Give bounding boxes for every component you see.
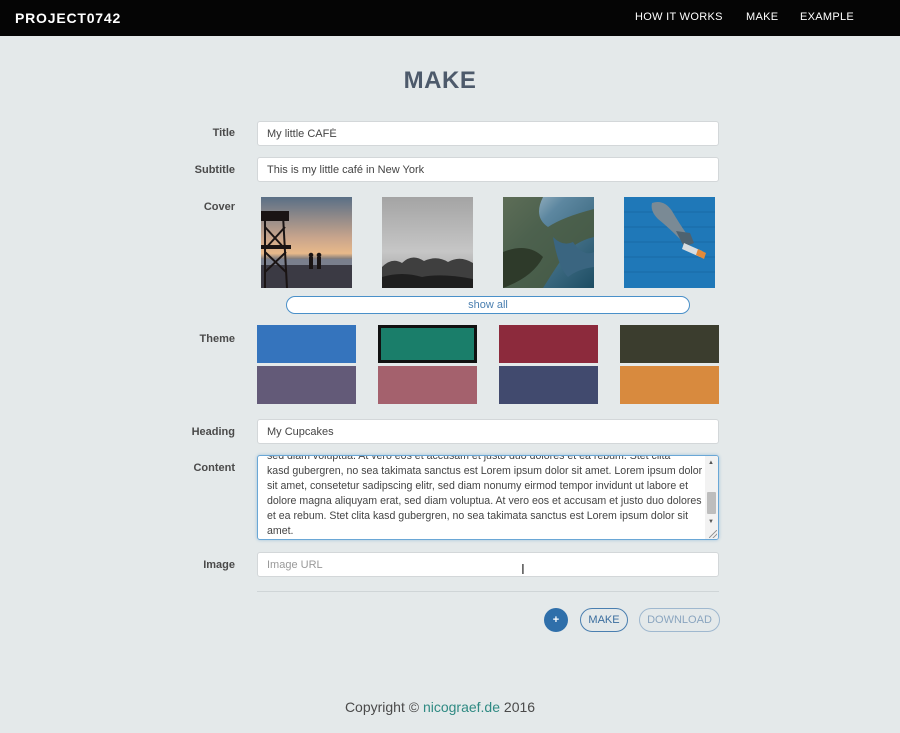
- image-url-input[interactable]: [257, 552, 719, 577]
- heading-input[interactable]: [257, 419, 719, 444]
- subtitle-input[interactable]: [257, 157, 719, 182]
- content-scrollbar[interactable]: ▲ ▼: [705, 456, 718, 539]
- scroll-up-arrow-icon[interactable]: ▲: [708, 459, 714, 467]
- theme-swatch-4[interactable]: [620, 325, 719, 363]
- nav-how-it-works[interactable]: HOW IT WORKS: [635, 11, 723, 23]
- footer-link[interactable]: nicograef.de: [423, 699, 500, 715]
- theme-swatch-3[interactable]: [499, 325, 598, 363]
- theme-swatch-5[interactable]: [257, 366, 356, 404]
- grayscale-landscape-photo: [382, 197, 473, 288]
- show-all-button[interactable]: show all: [286, 296, 690, 314]
- theme-label: Theme: [199, 333, 235, 345]
- make-button[interactable]: MAKE: [580, 608, 628, 632]
- coastal-aerial-photo: [503, 197, 594, 288]
- theme-swatch-2[interactable]: [378, 325, 477, 363]
- top-navbar: PROJECT0742 HOW IT WORKS MAKE EXAMPLE: [0, 0, 900, 36]
- text-cursor-icon: I: [521, 563, 525, 578]
- nav-links: HOW IT WORKS MAKE EXAMPLE: [0, 11, 900, 27]
- cover-image-3[interactable]: [503, 197, 594, 288]
- subtitle-label: Subtitle: [194, 164, 235, 176]
- theme-swatch-6[interactable]: [378, 366, 477, 404]
- title-label: Title: [212, 127, 235, 139]
- image-label: Image: [203, 559, 235, 571]
- resize-grip-icon[interactable]: [709, 530, 717, 538]
- cover-image-1[interactable]: [261, 197, 352, 288]
- nav-make[interactable]: MAKE: [746, 11, 778, 23]
- heading-label: Heading: [191, 426, 235, 438]
- lifeguard-tower-sunset-photo: [261, 197, 352, 288]
- download-button[interactable]: DOWNLOAD: [639, 608, 720, 632]
- content-value: kasd gubergren, no sea takimata sanctus …: [267, 465, 703, 537]
- form-divider: [257, 591, 719, 592]
- cover-image-4[interactable]: [624, 197, 715, 288]
- page-title: MAKE: [403, 67, 477, 94]
- cover-label: Cover: [203, 201, 235, 213]
- content-label: Content: [193, 462, 235, 474]
- jumping-person-blue-wall-photo: [624, 197, 715, 288]
- footer-year: 2016: [503, 699, 536, 715]
- theme-swatch-7[interactable]: [499, 366, 598, 404]
- theme-swatch-1[interactable]: [257, 325, 356, 363]
- content-text: sed diam voluptua. At vero eos et accusa…: [267, 455, 705, 539]
- theme-swatch-8[interactable]: [620, 366, 719, 404]
- nav-example[interactable]: EXAMPLE: [800, 11, 854, 23]
- footer-copyright: Copyright © nicograef.de 2016: [0, 699, 880, 715]
- cover-image-2[interactable]: [382, 197, 473, 288]
- title-input[interactable]: [257, 121, 719, 146]
- scroll-down-arrow-icon[interactable]: ▼: [708, 518, 714, 526]
- scroll-thumb[interactable]: [707, 492, 716, 514]
- content-partial-line: sed diam voluptua. At vero eos et accusa…: [267, 455, 671, 462]
- footer-prefix: Copyright ©: [344, 699, 420, 715]
- add-button[interactable]: +: [544, 608, 568, 632]
- content-textarea[interactable]: sed diam voluptua. At vero eos et accusa…: [257, 455, 719, 540]
